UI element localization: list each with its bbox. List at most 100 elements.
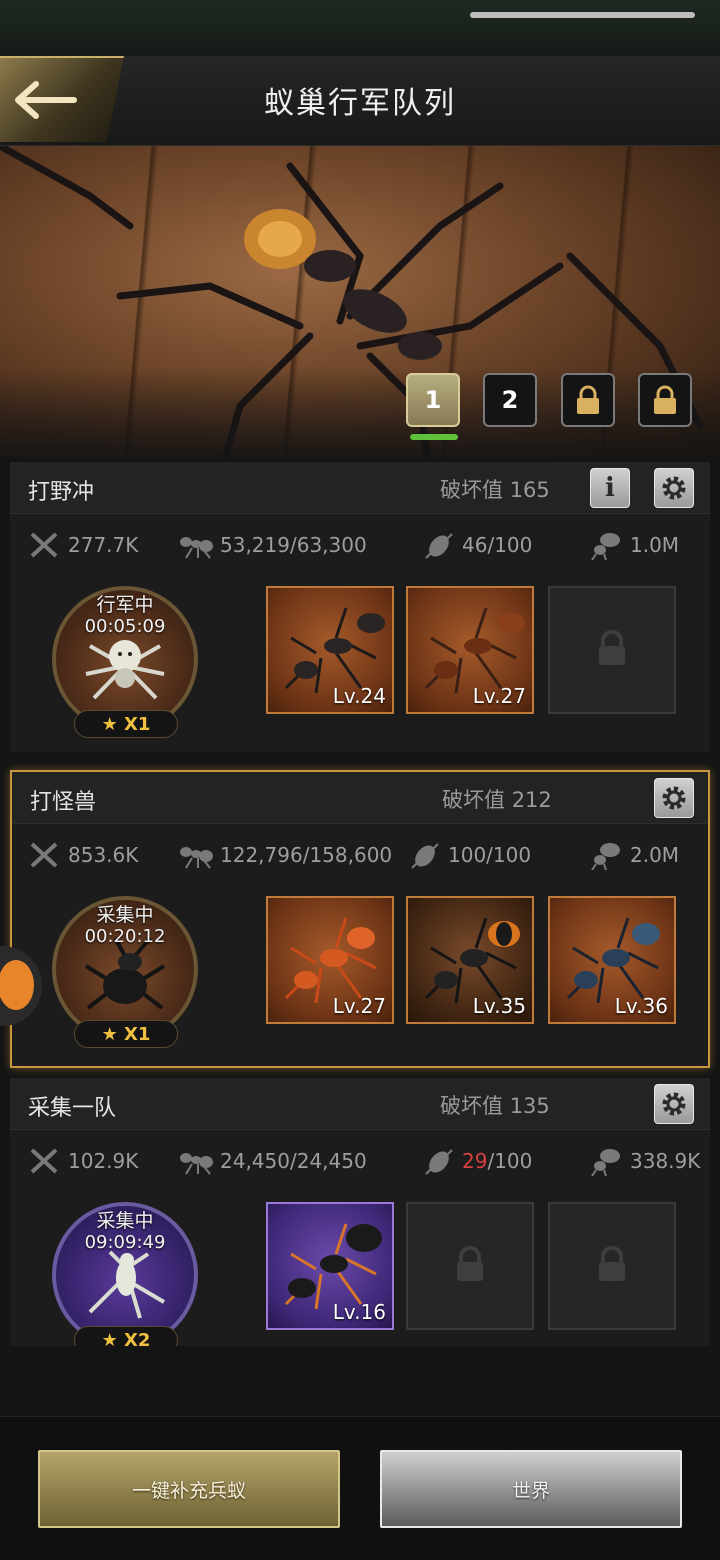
- stat-troops: 122,796/158,600: [178, 840, 392, 870]
- squad-name: 打野冲: [28, 480, 95, 505]
- lock-icon: [457, 1246, 483, 1281]
- roach-icon: [411, 843, 439, 869]
- squad-power: 破坏值 165: [440, 474, 550, 504]
- ant-slot-locked[interactable]: [406, 1202, 534, 1330]
- ant-level: Lv.35: [472, 994, 526, 1018]
- settings-button[interactable]: [654, 1084, 694, 1124]
- ant-slot[interactable]: Lv.27: [406, 586, 534, 714]
- ant-slot[interactable]: Lv.36: [548, 896, 676, 1024]
- power-label: 破坏值: [440, 478, 503, 502]
- star-badge: ★ X1: [74, 1020, 178, 1048]
- capacity-value: 2.0M: [630, 843, 680, 867]
- stat-capacity: 2.0M: [588, 840, 679, 870]
- crossed-swords-icon: [30, 532, 58, 558]
- gather-timer: 09:09:49: [84, 1232, 166, 1253]
- ant-slot-locked[interactable]: [548, 586, 676, 714]
- squad-header: 打野冲 破坏值 165 i: [10, 462, 710, 514]
- ant-slot[interactable]: Lv.27: [266, 896, 394, 1024]
- crossed-swords-icon: [30, 1148, 58, 1174]
- queue-banner: 1 2: [0, 146, 720, 458]
- load-value: 46/100: [462, 533, 533, 557]
- world-button[interactable]: 世界: [380, 1450, 682, 1528]
- mantis-icon: [88, 1250, 166, 1319]
- spider-icon: [85, 640, 165, 700]
- stat-troops: 53,219/63,300: [178, 530, 367, 560]
- ant-slot[interactable]: Lv.16: [266, 1202, 394, 1330]
- info-button[interactable]: i: [590, 468, 630, 508]
- tab-queue-1[interactable]: 1: [406, 373, 460, 427]
- crossed-swords-icon: [30, 842, 58, 868]
- squad-stats: 277.7K 53,219/63,300 46/100 1.0M: [10, 522, 710, 566]
- page-title: 蚁巢行军队列: [264, 86, 456, 121]
- leader-portrait[interactable]: 行军中 00:05:09 ★ X1: [52, 586, 198, 738]
- pet-face-icon: [0, 960, 34, 1010]
- lock-icon: [599, 630, 625, 665]
- tab-queue-4-locked[interactable]: [638, 373, 692, 427]
- gear-icon: [662, 1092, 686, 1116]
- capacity-value: 1.0M: [630, 533, 680, 557]
- squad-card[interactable]: 采集一队 破坏值 135 102.9K 24,450/24,450 29/100…: [10, 1078, 710, 1346]
- stat-attack: 853.6K: [28, 840, 138, 870]
- attack-value: 277.7K: [68, 533, 139, 557]
- tab-queue-3-locked[interactable]: [561, 373, 615, 427]
- squad-stats: 102.9K 24,450/24,450 29/100 338.9K: [10, 1138, 710, 1182]
- squad-name: 打怪兽: [30, 790, 97, 815]
- star-badge: ★ X2: [74, 1326, 178, 1346]
- status-bar: [0, 0, 720, 56]
- power-label: 破坏值: [442, 788, 505, 812]
- settings-button[interactable]: [654, 468, 694, 508]
- home-indicator: [470, 12, 695, 18]
- beetle-icon: [84, 936, 166, 1010]
- tab-queue-2-label: 2: [501, 386, 519, 414]
- stat-troops: 24,450/24,450: [178, 1146, 367, 1176]
- ant-slot[interactable]: Lv.35: [406, 896, 534, 1024]
- carry-ant-icon: [591, 533, 620, 560]
- ant-unit-icon: [284, 917, 377, 1004]
- power-value: 135: [509, 1094, 550, 1118]
- ant-icon: [180, 847, 213, 869]
- power-value: 212: [511, 788, 552, 812]
- star-badge: ★ X1: [74, 710, 178, 738]
- squad-power: 破坏值 135: [440, 1090, 550, 1120]
- settings-button[interactable]: [654, 778, 694, 818]
- stat-attack: 277.7K: [28, 530, 138, 560]
- tab-queue-1-label: 1: [424, 386, 442, 414]
- attack-value: 853.6K: [68, 843, 139, 867]
- capacity-value: 338.9K: [630, 1149, 701, 1173]
- stat-attack: 102.9K: [28, 1146, 138, 1176]
- ant-unit-icon: [284, 1223, 382, 1310]
- squad-card-selected[interactable]: 打怪兽 破坏值 212 853.6K 122,796/158,600 100/1…: [10, 770, 710, 1068]
- attack-value: 102.9K: [68, 1149, 139, 1173]
- load-value: 100/100: [448, 843, 532, 867]
- ant-slot[interactable]: Lv.24: [266, 586, 394, 714]
- tab-queue-2[interactable]: 2: [483, 373, 537, 427]
- refill-troops-button[interactable]: 一键补充兵蚁: [38, 1450, 340, 1528]
- squad-header: 采集一队 破坏值 135: [10, 1078, 710, 1130]
- march-status: 行军中: [96, 594, 154, 616]
- ant-level: Lv.16: [332, 1300, 386, 1324]
- lock-icon: [577, 385, 599, 414]
- ant-icon: [180, 537, 213, 559]
- stat-capacity: 338.9K: [588, 1146, 700, 1176]
- stat-load: 29/100: [422, 1146, 532, 1176]
- gather-status: 采集中: [96, 904, 154, 926]
- squad-stats: 853.6K 122,796/158,600 100/100 2.0M: [12, 832, 708, 876]
- ant-unit-icon: [566, 917, 660, 1004]
- bottom-action-bar: 一键补充兵蚁 世界: [0, 1416, 720, 1560]
- squad-card[interactable]: 打野冲 破坏值 165 i 277.7K 53,219/63,300 46/10…: [10, 462, 710, 752]
- ant-slot-locked[interactable]: [548, 1202, 676, 1330]
- leader-portrait[interactable]: 采集中 00:20:12 ★ X1: [52, 896, 198, 1048]
- stat-capacity: 1.0M: [588, 530, 679, 560]
- lock-icon: [654, 385, 676, 414]
- leader-portrait[interactable]: 采集中 09:09:49 ★ X2: [52, 1202, 198, 1346]
- ant-icon: [180, 1153, 213, 1175]
- active-tab-indicator: [410, 434, 458, 440]
- troops-value: 122,796/158,600: [220, 843, 393, 867]
- ant-unit-icon: [424, 607, 525, 694]
- squad-name: 采集一队: [28, 1096, 117, 1121]
- march-timer: 00:05:09: [84, 616, 166, 637]
- stat-load: 100/100: [408, 840, 531, 870]
- ant-level: Lv.27: [472, 684, 526, 708]
- squad-header: 打怪兽 破坏值 212: [12, 772, 708, 824]
- carry-ant-icon: [591, 1149, 620, 1176]
